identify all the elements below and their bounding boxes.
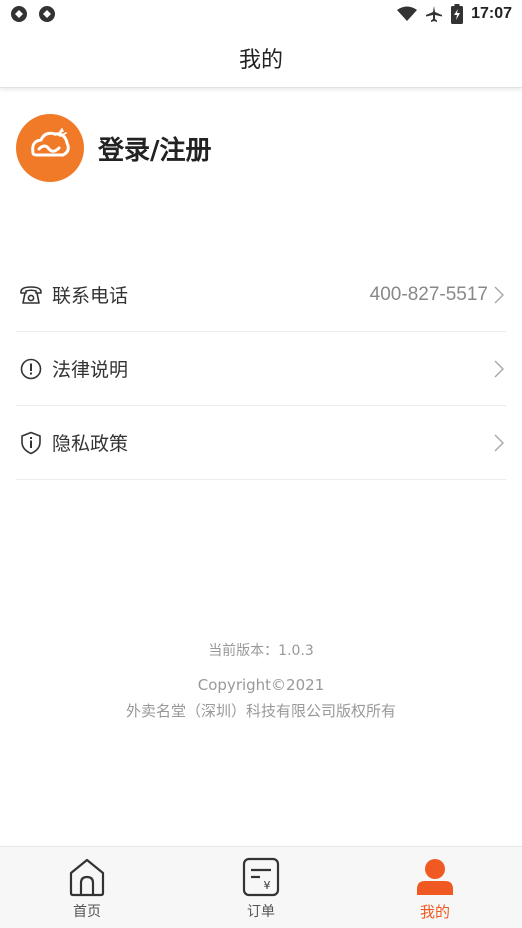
notification-icon: [38, 5, 56, 23]
phone-icon: [18, 282, 44, 308]
battery-icon: [451, 4, 464, 24]
menu-item-label: 法律说明: [52, 359, 129, 381]
login-register-link[interactable]: 登录/注册: [98, 130, 212, 167]
tab-home[interactable]: 首页: [0, 847, 174, 928]
tab-mine[interactable]: 我的: [348, 847, 522, 928]
tab-label: 订单: [247, 904, 275, 920]
bread-logo-icon: [25, 121, 75, 175]
screen: 17:07 我的 登录/注册 联系电话 400-827-5517 法律说明 隐私…: [0, 0, 522, 928]
status-bar-left: [10, 5, 56, 23]
page-title: 我的: [238, 47, 283, 73]
tab-label: 我的: [419, 903, 450, 921]
header-bar: 我的: [0, 28, 522, 88]
app-version: 当前版本：1.0.3: [208, 643, 314, 659]
user-icon: [415, 857, 455, 897]
order-icon: ¥: [241, 857, 281, 897]
copyright-text: Copyright©2021: [197, 676, 325, 694]
tab-orders[interactable]: ¥ 订单: [174, 847, 348, 928]
menu-item-legal-notice[interactable]: 法律说明: [16, 332, 506, 406]
profile-section[interactable]: 登录/注册: [16, 114, 212, 182]
menu-item-privacy-policy[interactable]: 隐私政策: [16, 406, 506, 480]
info-icon: [18, 356, 44, 382]
home-icon: [67, 857, 107, 897]
chevron-right-icon: [492, 285, 506, 305]
status-bar: 17:07: [0, 0, 522, 28]
wifi-icon: [397, 6, 418, 22]
menu-item-contact-phone[interactable]: 联系电话 400-827-5517: [16, 258, 506, 332]
status-time: 17:07: [471, 5, 512, 22]
contact-phone-number: 400-827-5517: [369, 283, 488, 305]
svg-text:¥: ¥: [264, 879, 271, 892]
status-bar-right: 17:07: [397, 4, 512, 24]
avatar[interactable]: [16, 114, 84, 182]
menu-item-label: 隐私政策: [52, 433, 129, 455]
airplane-icon: [425, 5, 443, 23]
chevron-right-icon: [492, 433, 506, 453]
company-rights-text: 外卖名堂（深圳）科技有限公司版权所有: [125, 702, 396, 720]
tab-label: 首页: [73, 904, 101, 920]
menu-item-label: 联系电话: [52, 285, 129, 307]
notification-icon: [10, 5, 28, 23]
shield-icon: [18, 430, 44, 456]
bottom-nav: 首页 ¥ 订单 我的: [0, 846, 522, 928]
chevron-right-icon: [492, 359, 506, 379]
menu-list: 联系电话 400-827-5517 法律说明 隐私政策: [16, 258, 506, 480]
